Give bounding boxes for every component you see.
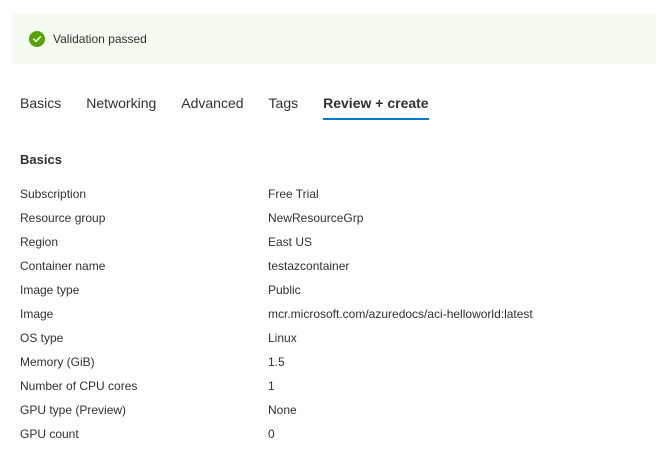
summary-row-container-name: Container name testazcontainer <box>20 254 640 278</box>
summary-key: GPU type (Preview) <box>20 403 127 417</box>
summary-row-os-type: OS type Linux <box>20 326 640 350</box>
section-title: Basics <box>20 152 62 167</box>
summary-list: Subscription Free Trial Resource group N… <box>20 182 640 446</box>
summary-key: OS type <box>20 331 64 345</box>
tab-networking[interactable]: Networking <box>86 94 156 120</box>
summary-value: 0 <box>268 427 275 441</box>
tab-bar: Basics Networking Advanced Tags Review +… <box>20 94 454 122</box>
summary-value: Linux <box>268 331 297 345</box>
summary-row-region: Region East US <box>20 230 640 254</box>
tab-tags[interactable]: Tags <box>269 94 299 120</box>
summary-key: GPU count <box>20 427 79 441</box>
summary-key: Subscription <box>20 187 87 201</box>
summary-row-memory: Memory (GiB) 1.5 <box>20 350 640 374</box>
summary-value: NewResourceGrp <box>268 211 364 225</box>
summary-row-gpu-count: GPU count 0 <box>20 422 640 446</box>
tab-advanced[interactable]: Advanced <box>181 94 243 120</box>
summary-value: 1.5 <box>268 355 285 369</box>
summary-key: Container name <box>20 259 106 273</box>
tab-basics[interactable]: Basics <box>20 94 61 120</box>
summary-row-image: Image mcr.microsoft.com/azuredocs/aci-he… <box>20 302 640 326</box>
summary-row-cpu-cores: Number of CPU cores 1 <box>20 374 640 398</box>
summary-value: testazcontainer <box>268 259 350 273</box>
summary-key: Resource group <box>20 211 106 225</box>
summary-value: Public <box>268 283 301 297</box>
tab-review-create[interactable]: Review + create <box>323 94 429 120</box>
summary-key: Image type <box>20 283 80 297</box>
summary-row-resource-group: Resource group NewResourceGrp <box>20 206 640 230</box>
summary-row-subscription: Subscription Free Trial <box>20 182 640 206</box>
validation-banner: Validation passed <box>12 14 656 64</box>
summary-value: Free Trial <box>268 187 319 201</box>
summary-value: 1 <box>268 379 275 393</box>
summary-value: East US <box>268 235 313 249</box>
check-circle-icon <box>29 31 45 47</box>
summary-key: Number of CPU cores <box>20 379 138 393</box>
summary-key: Image <box>20 307 54 321</box>
validation-message: Validation passed <box>53 32 147 46</box>
summary-row-gpu-type: GPU type (Preview) None <box>20 398 640 422</box>
summary-key: Region <box>20 235 59 249</box>
summary-value: None <box>268 403 297 417</box>
summary-row-image-type: Image type Public <box>20 278 640 302</box>
summary-key: Memory (GiB) <box>20 355 95 369</box>
summary-value: mcr.microsoft.com/azuredocs/aci-hellowor… <box>268 307 533 321</box>
